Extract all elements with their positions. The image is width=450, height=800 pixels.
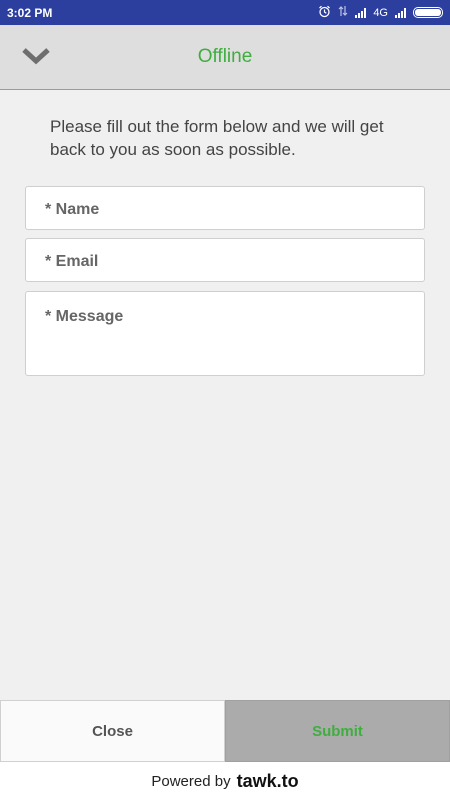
- email-placeholder: * Email: [45, 253, 99, 270]
- powered-by-label: Powered by: [151, 772, 231, 790]
- status-icons: 4G: [318, 5, 443, 21]
- header-title: Offline: [197, 46, 253, 67]
- submit-button[interactable]: Submit: [225, 700, 450, 762]
- status-time: 3:02 PM: [7, 5, 53, 20]
- name-placeholder: * Name: [45, 201, 100, 218]
- close-button[interactable]: Close: [0, 700, 225, 762]
- chat-header: Offline: [0, 25, 450, 90]
- alarm-icon: [318, 5, 331, 21]
- chevron-down-icon: [21, 46, 51, 71]
- battery-icon: [413, 7, 443, 18]
- collapse-button[interactable]: [18, 43, 54, 73]
- status-bar: 3:02 PM 4G: [0, 0, 450, 25]
- powered-by-footer[interactable]: Powered by tawk.to: [0, 762, 450, 800]
- form-actions: Close Submit: [0, 700, 450, 762]
- network-type-label: 4G: [373, 6, 388, 19]
- signal-icon-secondary: [395, 7, 406, 18]
- signal-icon: [355, 7, 367, 18]
- message-field[interactable]: * Message: [25, 291, 425, 376]
- email-field[interactable]: * Email: [25, 238, 425, 282]
- message-placeholder: * Message: [45, 308, 124, 325]
- form-intro-text: Please fill out the form below and we wi…: [50, 117, 384, 159]
- brand-name: tawk.to: [236, 770, 299, 791]
- name-field[interactable]: * Name: [25, 186, 425, 230]
- data-transfer-icon: [338, 5, 348, 20]
